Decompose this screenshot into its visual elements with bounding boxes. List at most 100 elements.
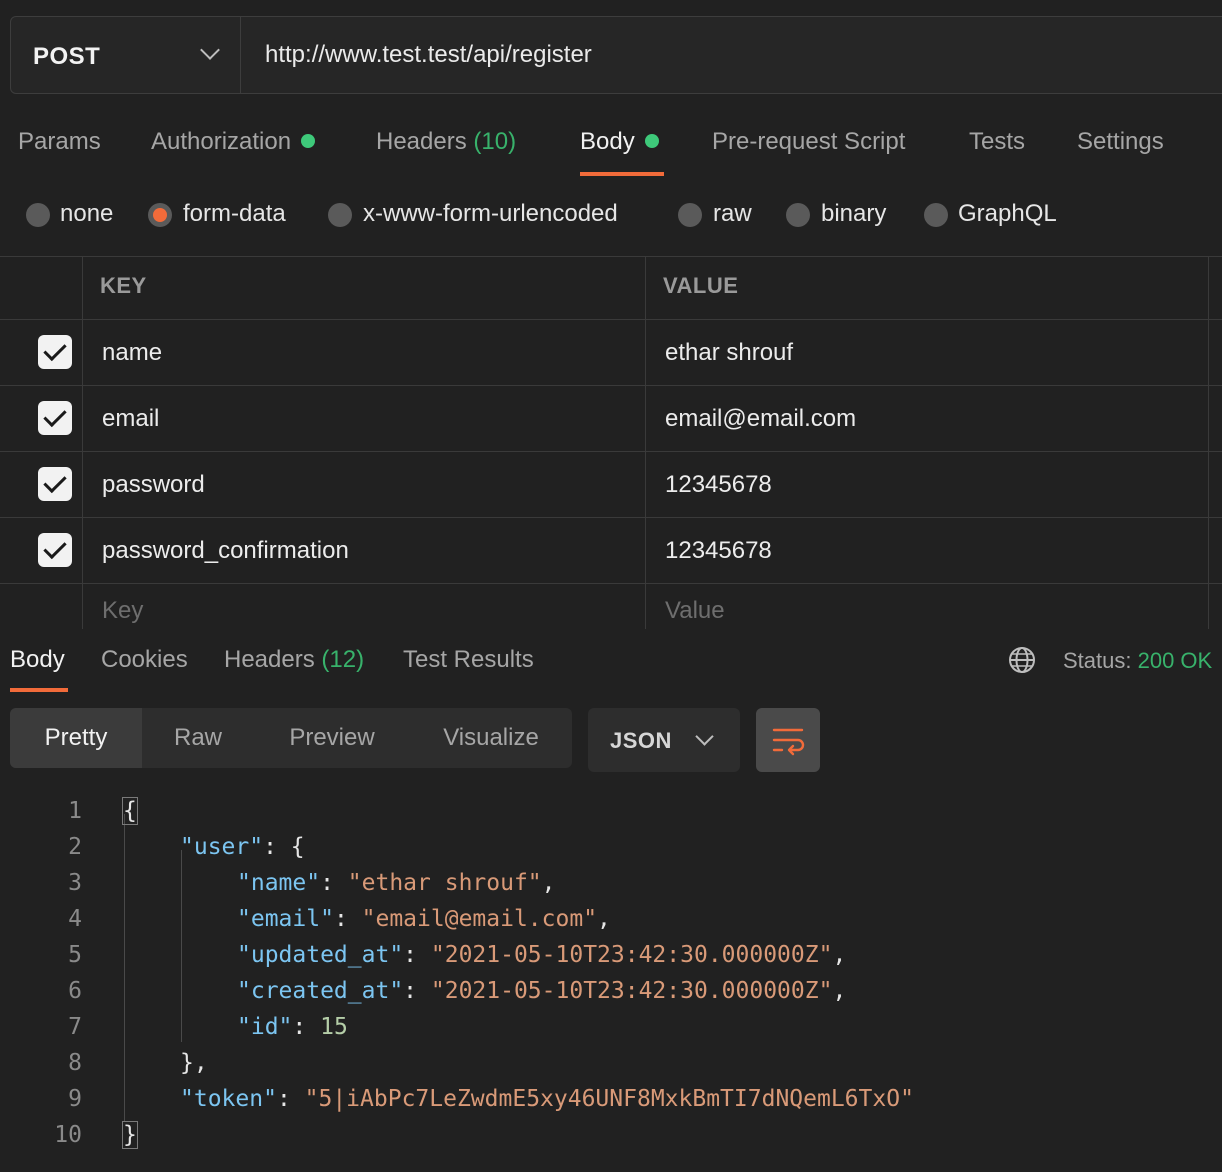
status-dot — [301, 133, 316, 148]
code-line: "name": "ethar shrouf", — [237, 870, 556, 896]
row-checkbox[interactable] — [38, 401, 72, 435]
value-column-header: VALUE — [663, 273, 739, 298]
response-tab-cookies[interactable]: Cookies — [101, 646, 188, 674]
url-input[interactable]: http://www.test.test/api/register — [265, 41, 592, 69]
tab-count: (10) — [473, 128, 517, 155]
line-number: 1 — [68, 798, 82, 824]
format-select[interactable]: JSON — [588, 708, 740, 772]
code-key: "created_at" — [237, 978, 404, 1004]
tab-authorization[interactable]: Authorization — [151, 128, 316, 156]
code-line: "updated_at": "2021-05-10T23:42:30.00000… — [237, 942, 846, 968]
line-number: 9 — [68, 1086, 82, 1112]
code-line: "token": "5|iAbPc7LeZwdmE5xy46UNF8MxkBmT… — [180, 1086, 914, 1112]
view-pretty-button[interactable]: Pretty — [10, 708, 142, 768]
row-checkbox[interactable] — [38, 335, 72, 369]
response-tab-headers[interactable]: Headers (12) — [224, 646, 364, 674]
tab-body[interactable]: Body — [580, 128, 659, 156]
table-row: password 12345678 — [0, 451, 1222, 517]
row-checkbox[interactable] — [38, 467, 72, 501]
radio-raw[interactable] — [678, 203, 702, 227]
code-punct: : — [333, 906, 362, 932]
view-raw-button[interactable]: Raw — [142, 708, 254, 768]
status-dot — [644, 133, 659, 148]
code-key: "email" — [237, 906, 334, 932]
active-response-tab-indicator — [10, 688, 68, 692]
globe-icon[interactable] — [1008, 646, 1036, 674]
response-tab-body[interactable]: Body — [10, 646, 65, 674]
tab-params[interactable]: Params — [18, 128, 101, 156]
code-key: "id" — [237, 1014, 293, 1040]
line-number: 8 — [68, 1050, 82, 1076]
method-select[interactable]: POST — [11, 17, 241, 93]
new-key-input[interactable]: Key — [102, 597, 143, 625]
radio-binary[interactable] — [786, 203, 810, 227]
radio-label: raw — [713, 200, 752, 227]
row-value[interactable]: 12345678 — [665, 537, 772, 565]
tab-tests[interactable]: Tests — [969, 128, 1025, 156]
tab-label: Pre-request Script — [712, 128, 906, 155]
code-punct: , — [597, 906, 611, 932]
radio-label: x-www-form-urlencoded — [363, 200, 618, 227]
line-number: 3 — [68, 870, 82, 896]
row-checkbox[interactable] — [38, 533, 72, 567]
code-brace: } — [122, 1121, 138, 1149]
table-row: password_confirmation 12345678 — [0, 517, 1222, 583]
code-punct: , — [541, 870, 556, 896]
tab-pre-request-script[interactable]: Pre-request Script — [712, 128, 905, 156]
new-value-input[interactable]: Value — [665, 597, 725, 625]
radio-none[interactable] — [26, 203, 50, 227]
tab-settings[interactable]: Settings — [1077, 128, 1164, 156]
view-preview-button[interactable]: Preview — [266, 708, 398, 768]
tab-count: (12) — [321, 646, 365, 673]
radio-graphql[interactable] — [924, 203, 948, 227]
radio-label: none — [60, 200, 114, 227]
format-label: JSON — [610, 728, 672, 753]
view-mode-selector: Pretty Raw Preview Visualize — [10, 708, 572, 768]
code-punct: , — [832, 978, 847, 1004]
tab-label: Headers — [224, 646, 315, 673]
code-line: "id": 15 — [237, 1014, 348, 1040]
code-line: "email": "email@email.com", — [237, 906, 611, 932]
tab-label: Authorization — [151, 128, 292, 155]
row-value[interactable]: ethar shrouf — [665, 339, 793, 367]
wrap-lines-button[interactable] — [756, 708, 820, 772]
line-number: 7 — [68, 1014, 82, 1040]
line-number: 10 — [54, 1122, 82, 1148]
body-type-selector: none form-data x-www-form-urlencoded raw… — [0, 200, 1222, 236]
code-brace: { — [122, 797, 138, 825]
request-bar: POST http://www.test.test/api/register — [10, 16, 1222, 94]
method-label: POST — [33, 43, 101, 70]
code-line: }, — [180, 1050, 208, 1076]
radio-form-data[interactable] — [148, 203, 172, 227]
view-visualize-button[interactable]: Visualize — [418, 708, 564, 768]
code-line: "created_at": "2021-05-10T23:42:30.00000… — [237, 978, 846, 1004]
active-tab-indicator — [580, 172, 664, 176]
response-tab-test-results[interactable]: Test Results — [403, 646, 534, 674]
code-punct: , — [832, 942, 847, 968]
key-column-header: KEY — [100, 273, 147, 298]
row-key[interactable]: email — [102, 405, 159, 433]
row-key[interactable]: name — [102, 339, 162, 367]
code-string: "2021-05-10T23:42:30.000000Z" — [430, 942, 833, 968]
row-key[interactable]: password — [102, 471, 205, 499]
row-value[interactable]: email@email.com — [665, 405, 856, 433]
code-string: "5|iAbPc7LeZwdmE5xy46UNF8MxkBmTI7dNQemL6… — [304, 1086, 914, 1112]
code-punct: : { — [263, 834, 305, 860]
response-status: Status: 200 OK — [1063, 648, 1212, 674]
line-number: 5 — [68, 942, 82, 968]
code-string: "2021-05-10T23:42:30.000000Z" — [430, 978, 833, 1004]
row-value[interactable]: 12345678 — [665, 471, 772, 499]
code-punct: : — [276, 1086, 305, 1112]
line-number: 2 — [68, 834, 82, 860]
tab-label: Params — [18, 128, 101, 155]
tab-label: Body — [580, 128, 635, 155]
code-number: 15 — [320, 1014, 348, 1040]
line-number: 4 — [68, 906, 82, 932]
radio-x-www-form-urlencoded[interactable] — [328, 203, 352, 227]
tab-headers[interactable]: Headers (10) — [376, 128, 516, 156]
code-key: "updated_at" — [237, 942, 404, 968]
row-key[interactable]: password_confirmation — [102, 537, 349, 565]
form-data-table: KEY VALUE name ethar shrouf email email@… — [0, 256, 1222, 629]
code-line: "user": { — [180, 834, 305, 860]
code-string: "email@email.com" — [361, 906, 598, 932]
